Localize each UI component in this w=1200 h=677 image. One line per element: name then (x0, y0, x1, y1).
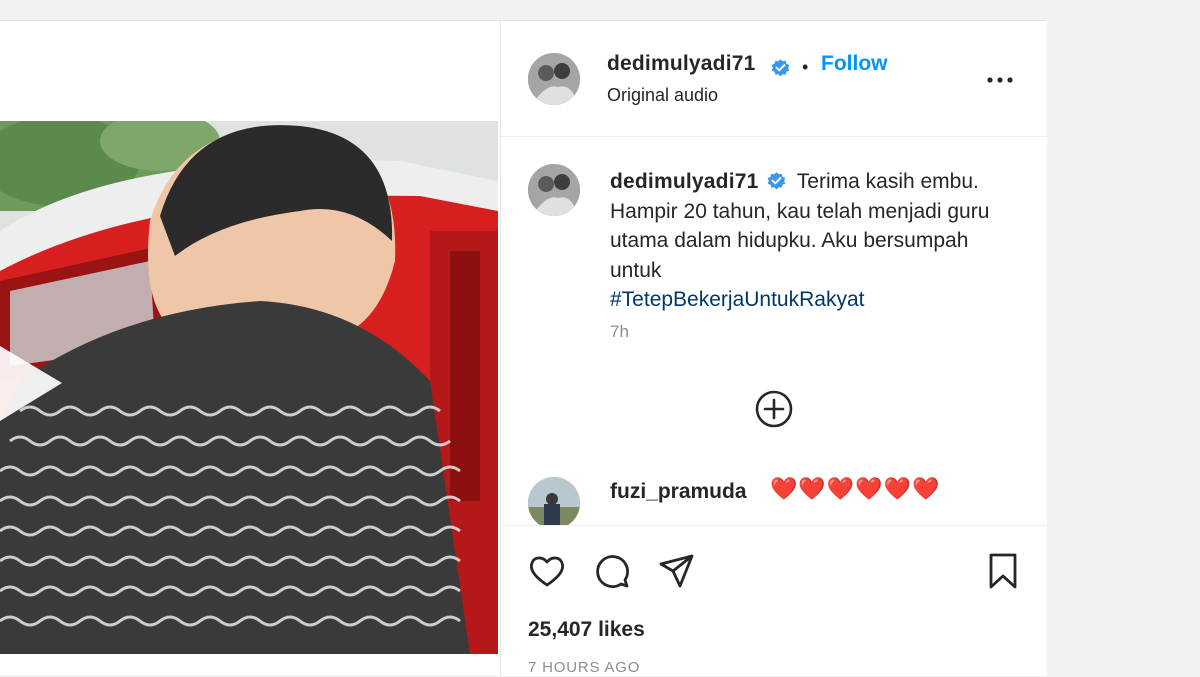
post-container: dedimulyadi71 • Follow Original audio de… (0, 20, 1047, 676)
avatar-image (528, 53, 580, 105)
video-frame (0, 121, 498, 654)
verified-badge-icon (771, 59, 790, 77)
follow-button[interactable]: Follow (821, 52, 888, 76)
caption-hashtag[interactable]: #TetepBekerjaUntukRakyat (610, 288, 864, 311)
comment-text: ❤️❤️❤️❤️❤️❤️ (770, 476, 941, 501)
comment-avatar[interactable] (528, 477, 580, 525)
caption: dedimulyadi71 Terima kasih embu. Hampir … (610, 167, 1010, 315)
bookmark-icon[interactable] (984, 552, 1022, 590)
post-side-panel: dedimulyadi71 • Follow Original audio de… (500, 21, 1047, 676)
likes-count[interactable]: 25,407 likes (528, 618, 645, 642)
comment-username[interactable]: fuzi_pramuda (610, 480, 747, 504)
plus-circle-icon[interactable] (754, 389, 794, 429)
avatar[interactable] (528, 53, 580, 105)
heart-icon[interactable] (528, 552, 566, 590)
post-video[interactable] (0, 121, 498, 654)
caption-username[interactable]: dedimulyadi71 (610, 170, 758, 193)
comment-icon[interactable] (593, 552, 631, 590)
audio-label[interactable]: Original audio (607, 85, 718, 106)
caption-avatar[interactable] (528, 164, 580, 216)
separator-dot: • (802, 57, 809, 77)
more-options-icon[interactable] (985, 65, 1015, 95)
header-username[interactable]: dedimulyadi71 (607, 52, 755, 76)
post-timestamp[interactable]: 7 HOURS AGO (528, 659, 640, 676)
actions-bar: 25,407 likes 7 HOURS AGO (501, 525, 1047, 677)
comment-row: fuzi_pramuda ❤️❤️❤️❤️❤️❤️ (501, 461, 1047, 525)
post-header: dedimulyadi71 • Follow Original audio (501, 21, 1047, 137)
verified-badge-icon (768, 172, 786, 190)
caption-avatar-image (528, 164, 580, 216)
comment-avatar-image (528, 477, 580, 525)
send-icon[interactable] (658, 552, 696, 590)
caption-time[interactable]: 7h (610, 322, 629, 342)
